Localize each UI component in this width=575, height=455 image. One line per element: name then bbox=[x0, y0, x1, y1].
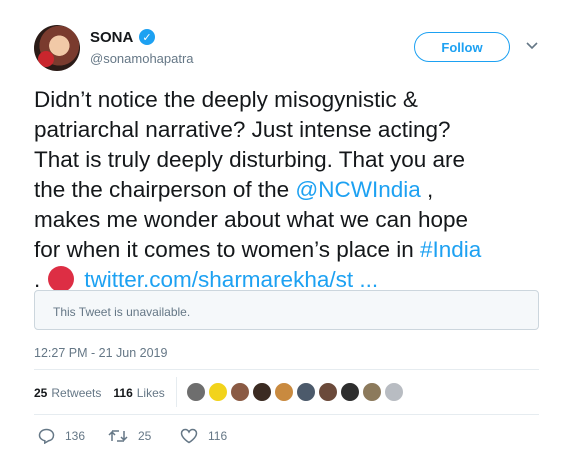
avatar-accent bbox=[38, 51, 54, 67]
follow-button[interactable]: Follow bbox=[414, 32, 510, 62]
retweet-count: 25 bbox=[138, 429, 152, 443]
tweet-line: That is truly deeply disturbing. That yo… bbox=[34, 147, 466, 172]
tweet-timestamp[interactable]: 12:27 PM - 21 Jun 2019 bbox=[34, 346, 167, 360]
liker-avatar[interactable] bbox=[318, 382, 338, 402]
verified-badge-icon: ✓ bbox=[139, 29, 155, 45]
retweet-action[interactable]: 25 bbox=[108, 429, 180, 443]
divider bbox=[176, 377, 177, 407]
avatar[interactable] bbox=[34, 25, 80, 71]
tweet-text-segment: . bbox=[34, 267, 41, 292]
engagement-stats: 25 Retweets 116 Likes bbox=[34, 386, 177, 400]
red-circle-emoji-icon bbox=[48, 266, 75, 292]
likes-label: Likes bbox=[136, 386, 165, 400]
tweet-actions: 136 25 116 bbox=[38, 428, 227, 444]
reply-action[interactable]: 136 bbox=[38, 428, 108, 444]
liker-avatars bbox=[186, 382, 406, 402]
liker-avatar[interactable] bbox=[362, 382, 382, 402]
liker-avatar[interactable] bbox=[252, 382, 272, 402]
liker-avatar[interactable] bbox=[340, 382, 360, 402]
tweet-line: the the chairperson of the @NCWIndia , bbox=[34, 175, 554, 205]
divider bbox=[34, 369, 539, 370]
quoted-tweet-unavailable-text: This Tweet is unavailable. bbox=[53, 305, 191, 319]
user-handle[interactable]: @sonamohapatra bbox=[90, 51, 194, 66]
liker-avatar[interactable] bbox=[274, 382, 294, 402]
likes-count: 116 bbox=[113, 386, 133, 400]
display-name[interactable]: SONA bbox=[90, 29, 133, 46]
liker-avatar[interactable] bbox=[230, 382, 250, 402]
liker-avatar[interactable] bbox=[186, 382, 206, 402]
tweet-text-segment: for when it comes to women’s place in bbox=[34, 237, 421, 262]
tweet-line: makes me wonder about what we can hope bbox=[34, 207, 469, 232]
reply-icon bbox=[38, 428, 55, 444]
likes-stat[interactable]: 116 Likes bbox=[113, 386, 164, 400]
like-count: 116 bbox=[208, 429, 228, 443]
retweets-count: 25 bbox=[34, 386, 48, 400]
tweet-text-segment: , bbox=[420, 177, 434, 202]
tweet-line: patriarchal narrative? Just intense acti… bbox=[34, 117, 451, 142]
heart-icon bbox=[180, 428, 198, 444]
like-action[interactable]: 116 bbox=[180, 428, 227, 444]
retweets-stat[interactable]: 25 Retweets bbox=[34, 386, 101, 400]
hashtag-link[interactable]: #India bbox=[420, 237, 481, 262]
liker-avatar[interactable] bbox=[208, 382, 228, 402]
retweet-icon bbox=[108, 430, 128, 442]
tweet-text: Didn’t notice the deeply misogynistic & … bbox=[34, 85, 554, 295]
chevron-down-icon[interactable] bbox=[524, 38, 540, 54]
liker-avatar[interactable] bbox=[384, 382, 404, 402]
url-link[interactable]: twitter.com/sharmarekha/st ... bbox=[84, 267, 378, 292]
divider bbox=[34, 414, 539, 415]
liker-avatar[interactable] bbox=[296, 382, 316, 402]
quoted-tweet-card[interactable]: This Tweet is unavailable. bbox=[34, 290, 539, 330]
retweets-label: Retweets bbox=[51, 386, 102, 400]
tweet-line: Didn’t notice the deeply misogynistic & bbox=[34, 87, 418, 112]
tweet-line: for when it comes to women’s place in #I… bbox=[34, 235, 554, 265]
reply-count: 136 bbox=[65, 429, 86, 443]
mention-link[interactable]: @NCWIndia bbox=[295, 177, 420, 202]
tweet-text-segment: the the chairperson of the bbox=[34, 177, 296, 202]
